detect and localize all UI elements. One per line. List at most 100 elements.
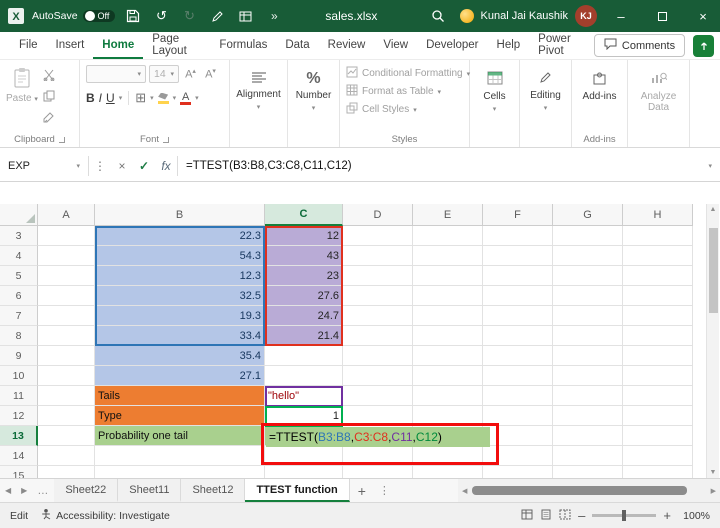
cell-H9[interactable]	[623, 346, 693, 366]
cell-H14[interactable]	[623, 446, 693, 466]
cell-G15[interactable]	[553, 466, 623, 478]
cell-C12[interactable]: 1	[265, 406, 343, 426]
increase-font-icon[interactable]: A▴	[182, 67, 199, 81]
cell-H7[interactable]	[623, 306, 693, 326]
borders-icon[interactable]: ⊞	[135, 90, 146, 106]
cell-H8[interactable]	[623, 326, 693, 346]
cell-A11[interactable]	[38, 386, 95, 406]
paste-button[interactable]: Paste ▾	[6, 65, 38, 131]
cell-C8[interactable]: 21.4	[265, 326, 343, 346]
cell-H4[interactable]	[623, 246, 693, 266]
column-header-F[interactable]: F	[483, 204, 553, 226]
format-as-table-button[interactable]: Format as Table▾	[346, 84, 463, 99]
cell-G8[interactable]	[553, 326, 623, 346]
ribbon-tab-insert[interactable]: Insert	[47, 32, 94, 59]
cell-E9[interactable]	[413, 346, 483, 366]
column-header-B[interactable]: B	[95, 204, 265, 226]
cell-B9[interactable]: 35.4	[95, 346, 265, 366]
cell-F12[interactable]	[483, 406, 553, 426]
vertical-scroll-thumb[interactable]	[709, 228, 718, 313]
cell-C7[interactable]: 24.7	[265, 306, 343, 326]
cell-B6[interactable]: 32.5	[95, 286, 265, 306]
cell-D11[interactable]	[343, 386, 413, 406]
cell-H11[interactable]	[623, 386, 693, 406]
formula-bar-expand-icon[interactable]: ▾	[708, 162, 712, 170]
cell-D12[interactable]	[343, 406, 413, 426]
cell-F5[interactable]	[483, 266, 553, 286]
column-header-C[interactable]: C	[265, 204, 343, 226]
column-header-E[interactable]: E	[413, 204, 483, 226]
cell-G4[interactable]	[553, 246, 623, 266]
ribbon-tab-developer[interactable]: Developer	[417, 32, 487, 59]
row-header-11[interactable]: 11	[0, 386, 38, 406]
italic-button[interactable]: I	[99, 91, 102, 105]
search-icon[interactable]	[431, 9, 445, 23]
cell-G10[interactable]	[553, 366, 623, 386]
cell-E14[interactable]	[413, 446, 483, 466]
number-format-button[interactable]: % Number ▾	[294, 65, 333, 131]
cell-G14[interactable]	[553, 446, 623, 466]
cell-F8[interactable]	[483, 326, 553, 346]
cell-F9[interactable]	[483, 346, 553, 366]
name-box[interactable]: EXP ▾	[0, 150, 88, 181]
row-header-7[interactable]: 7	[0, 306, 38, 326]
comments-button[interactable]: Comments	[594, 34, 685, 57]
cell-G9[interactable]	[553, 346, 623, 366]
cell-F15[interactable]	[483, 466, 553, 478]
cell-H12[interactable]	[623, 406, 693, 426]
cell-G6[interactable]	[553, 286, 623, 306]
close-button[interactable]: ×	[686, 0, 720, 32]
formula-edit-cell[interactable]: =TTEST(B3:B8,C3:C8,C11,C12)	[266, 427, 490, 447]
cell-C5[interactable]: 23	[265, 266, 343, 286]
cell-A10[interactable]	[38, 366, 95, 386]
cell-E15[interactable]	[413, 466, 483, 478]
pen-tool-icon[interactable]	[207, 4, 227, 28]
cell-E5[interactable]	[413, 266, 483, 286]
horizontal-scrollbar[interactable]: ◀ ▶	[458, 479, 720, 502]
cell-D9[interactable]	[343, 346, 413, 366]
cell-G12[interactable]	[553, 406, 623, 426]
addins-button[interactable]: Add-ins	[578, 65, 621, 131]
cell-D4[interactable]	[343, 246, 413, 266]
row-header-5[interactable]: 5	[0, 266, 38, 286]
cell-D8[interactable]	[343, 326, 413, 346]
select-all-button[interactable]	[0, 204, 38, 226]
view-page-break-icon[interactable]	[559, 509, 571, 523]
ribbon-tab-view[interactable]: View	[374, 32, 417, 59]
zoom-slider[interactable]	[592, 514, 656, 517]
row-header-12[interactable]: 12	[0, 406, 38, 426]
column-header-D[interactable]: D	[343, 204, 413, 226]
cell-E8[interactable]	[413, 326, 483, 346]
scroll-left-icon[interactable]: ◀	[462, 487, 467, 495]
toolbar-overflow-icon[interactable]: »	[263, 4, 283, 28]
cell-A7[interactable]	[38, 306, 95, 326]
row-header-9[interactable]: 9	[0, 346, 38, 366]
cell-G3[interactable]	[553, 226, 623, 246]
scroll-right-icon[interactable]: ▶	[711, 487, 716, 495]
insert-function-icon[interactable]: fx	[155, 159, 177, 173]
cell-E7[interactable]	[413, 306, 483, 326]
cell-C6[interactable]: 27.6	[265, 286, 343, 306]
cell-A8[interactable]	[38, 326, 95, 346]
cell-D6[interactable]	[343, 286, 413, 306]
sheet-nav-right-icon[interactable]: ▶	[16, 479, 32, 502]
analyze-data-button[interactable]: Analyze Data	[634, 65, 683, 131]
cell-F10[interactable]	[483, 366, 553, 386]
column-header-H[interactable]: H	[623, 204, 693, 226]
cell-D5[interactable]	[343, 266, 413, 286]
cell-C14[interactable]	[265, 446, 343, 466]
redo-icon[interactable]: ↻	[179, 4, 199, 28]
cell-H10[interactable]	[623, 366, 693, 386]
cell-C4[interactable]: 43	[265, 246, 343, 266]
cell-F3[interactable]	[483, 226, 553, 246]
scroll-down-icon[interactable]: ▼	[707, 469, 719, 476]
enter-icon[interactable]: ✓	[133, 159, 155, 173]
cell-H13[interactable]	[623, 426, 693, 446]
clipboard-dialog-launcher[interactable]	[59, 137, 65, 143]
ribbon-tab-file[interactable]: File	[10, 32, 47, 59]
cell-B4[interactable]: 54.3	[95, 246, 265, 266]
cell-B3[interactable]: 22.3	[95, 226, 265, 246]
conditional-formatting-button[interactable]: Conditional Formatting▾	[346, 66, 463, 81]
cell-A3[interactable]	[38, 226, 95, 246]
cell-E11[interactable]	[413, 386, 483, 406]
